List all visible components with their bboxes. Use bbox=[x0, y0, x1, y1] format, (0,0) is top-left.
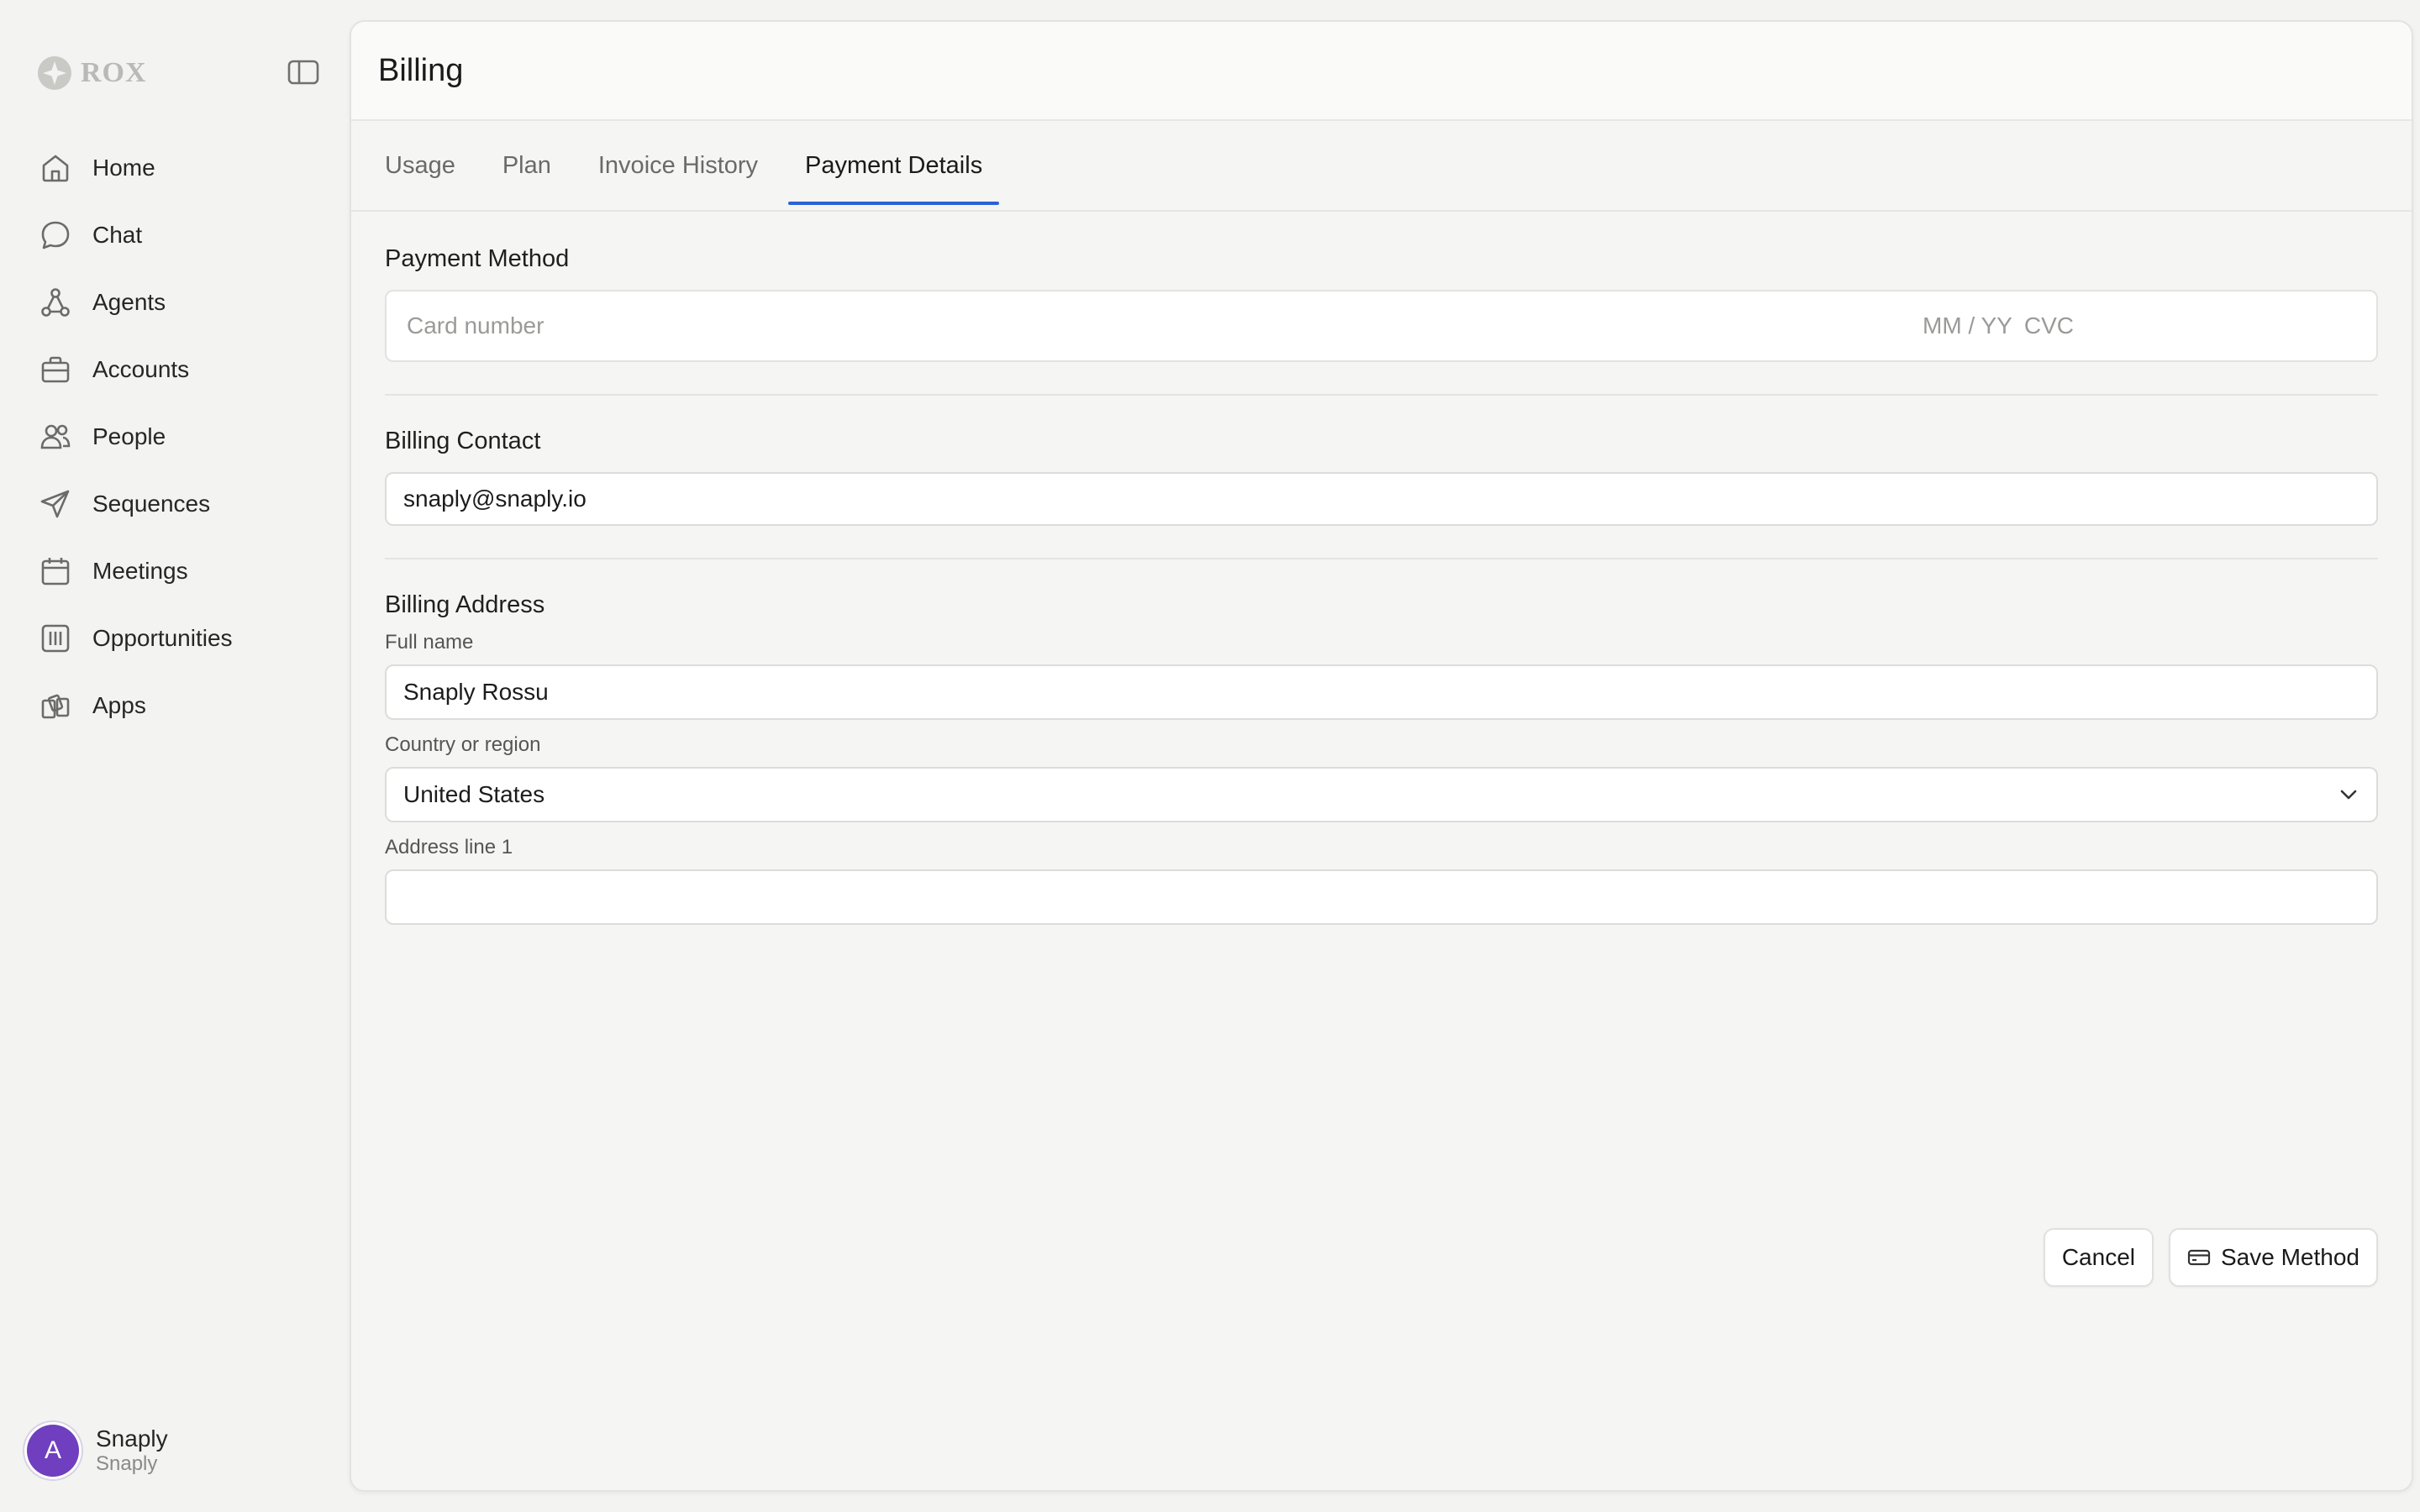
full-name-label: Full name bbox=[385, 631, 474, 654]
paper-plane-icon bbox=[37, 486, 74, 522]
card-expiry-cvc: MM / YY CVC bbox=[1923, 312, 2074, 339]
sidebar-toggle-icon bbox=[287, 60, 319, 85]
address-line1-field[interactable] bbox=[385, 869, 2378, 925]
card-expiry-field[interactable]: MM / YY bbox=[1923, 312, 2012, 339]
apps-icon bbox=[37, 687, 74, 724]
section-divider bbox=[385, 394, 2378, 396]
sidebar-item-label: Apps bbox=[92, 692, 146, 718]
sidebar-item-people[interactable]: People bbox=[37, 403, 323, 470]
card-input[interactable]: Card number MM / YY CVC bbox=[385, 290, 2378, 362]
sidebar-item-agents[interactable]: Agents bbox=[37, 269, 323, 336]
agents-network-icon bbox=[37, 284, 74, 321]
full-name-field[interactable]: Snaply Rossu bbox=[385, 664, 2378, 720]
page-title: Billing bbox=[378, 52, 464, 88]
sidebar: ROX Home Chat Agents Accounts People Seq… bbox=[0, 0, 350, 1512]
billing-email-field[interactable]: snaply@snaply.io bbox=[385, 472, 2378, 526]
sidebar-item-opportunities[interactable]: Opportunities bbox=[37, 605, 323, 672]
payment-details-form: Payment Method Card number MM / YY CVC B… bbox=[351, 212, 2412, 1488]
chevron-down-icon bbox=[2340, 790, 2357, 800]
tab-invoice-history[interactable]: Invoice History bbox=[581, 121, 775, 210]
avatar: A bbox=[27, 1425, 79, 1477]
sidebar-toggle-button[interactable] bbox=[286, 57, 321, 87]
tab-plan[interactable]: Plan bbox=[486, 121, 568, 210]
sidebar-item-sequences[interactable]: Sequences bbox=[37, 470, 323, 538]
sidebar-item-apps[interactable]: Apps bbox=[37, 672, 323, 739]
save-method-button-label: Save Method bbox=[2221, 1244, 2360, 1270]
page-header: Billing bbox=[351, 22, 2412, 121]
rox-logo-icon bbox=[38, 56, 71, 90]
user-profile[interactable]: A Snaply Snaply bbox=[27, 1425, 168, 1477]
sidebar-item-meetings[interactable]: Meetings bbox=[37, 538, 323, 605]
brand[interactable]: ROX bbox=[37, 52, 147, 94]
chat-bubble-icon bbox=[37, 217, 74, 254]
sidebar-item-label: Agents bbox=[92, 289, 166, 315]
tab-payment-details[interactable]: Payment Details bbox=[788, 121, 1000, 210]
user-info: Snaply Snaply bbox=[96, 1425, 168, 1476]
country-label: Country or region bbox=[385, 733, 541, 756]
sidebar-item-accounts[interactable]: Accounts bbox=[37, 336, 323, 403]
calendar-icon bbox=[37, 553, 74, 590]
sidebar-item-label: Opportunities bbox=[92, 625, 233, 651]
sidebar-nav: Home Chat Agents Accounts People Sequenc… bbox=[37, 134, 323, 739]
payment-method-heading: Payment Method bbox=[385, 245, 570, 272]
sidebar-item-label: Sequences bbox=[92, 491, 211, 517]
briefcase-icon bbox=[37, 351, 74, 388]
address-line1-label: Address line 1 bbox=[385, 836, 513, 858]
people-icon bbox=[37, 418, 74, 455]
billing-contact-heading: Billing Contact bbox=[385, 428, 541, 454]
billing-tabs: Usage Plan Invoice History Payment Detai… bbox=[351, 121, 2412, 212]
user-name: Snaply bbox=[96, 1425, 168, 1452]
main-panel: Billing Usage Plan Invoice History Payme… bbox=[350, 20, 2413, 1492]
section-divider bbox=[385, 558, 2378, 559]
form-actions: Cancel Save Method bbox=[2043, 1228, 2378, 1287]
full-name-block: Full name Snaply Rossu bbox=[385, 631, 2378, 720]
country-value: United States bbox=[403, 781, 545, 807]
sidebar-item-label: Meetings bbox=[92, 558, 188, 584]
card-number-field[interactable]: Card number bbox=[407, 312, 544, 339]
sidebar-item-home[interactable]: Home bbox=[37, 134, 323, 202]
country-block: Country or region United States bbox=[385, 733, 2378, 822]
sidebar-item-label: People bbox=[92, 423, 166, 449]
sidebar-item-label: Accounts bbox=[92, 356, 190, 382]
brand-name: ROX bbox=[81, 57, 147, 88]
home-icon bbox=[37, 150, 74, 186]
user-org: Snaply bbox=[96, 1452, 158, 1475]
cancel-button-label: Cancel bbox=[2061, 1244, 2135, 1270]
address-line1-block: Address line 1 bbox=[385, 836, 2378, 925]
tab-usage[interactable]: Usage bbox=[368, 121, 472, 210]
cancel-button[interactable]: Cancel bbox=[2043, 1228, 2154, 1287]
sidebar-item-label: Chat bbox=[92, 222, 143, 248]
country-select[interactable]: United States bbox=[385, 767, 2378, 822]
sidebar-item-label: Home bbox=[92, 155, 155, 181]
billing-address-heading: Billing Address bbox=[385, 591, 545, 618]
card-cvc-field[interactable]: CVC bbox=[2024, 312, 2074, 339]
sidebar-item-chat[interactable]: Chat bbox=[37, 202, 323, 269]
columns-icon bbox=[37, 620, 74, 657]
credit-card-icon bbox=[2187, 1248, 2211, 1267]
save-method-button[interactable]: Save Method bbox=[2169, 1228, 2378, 1287]
